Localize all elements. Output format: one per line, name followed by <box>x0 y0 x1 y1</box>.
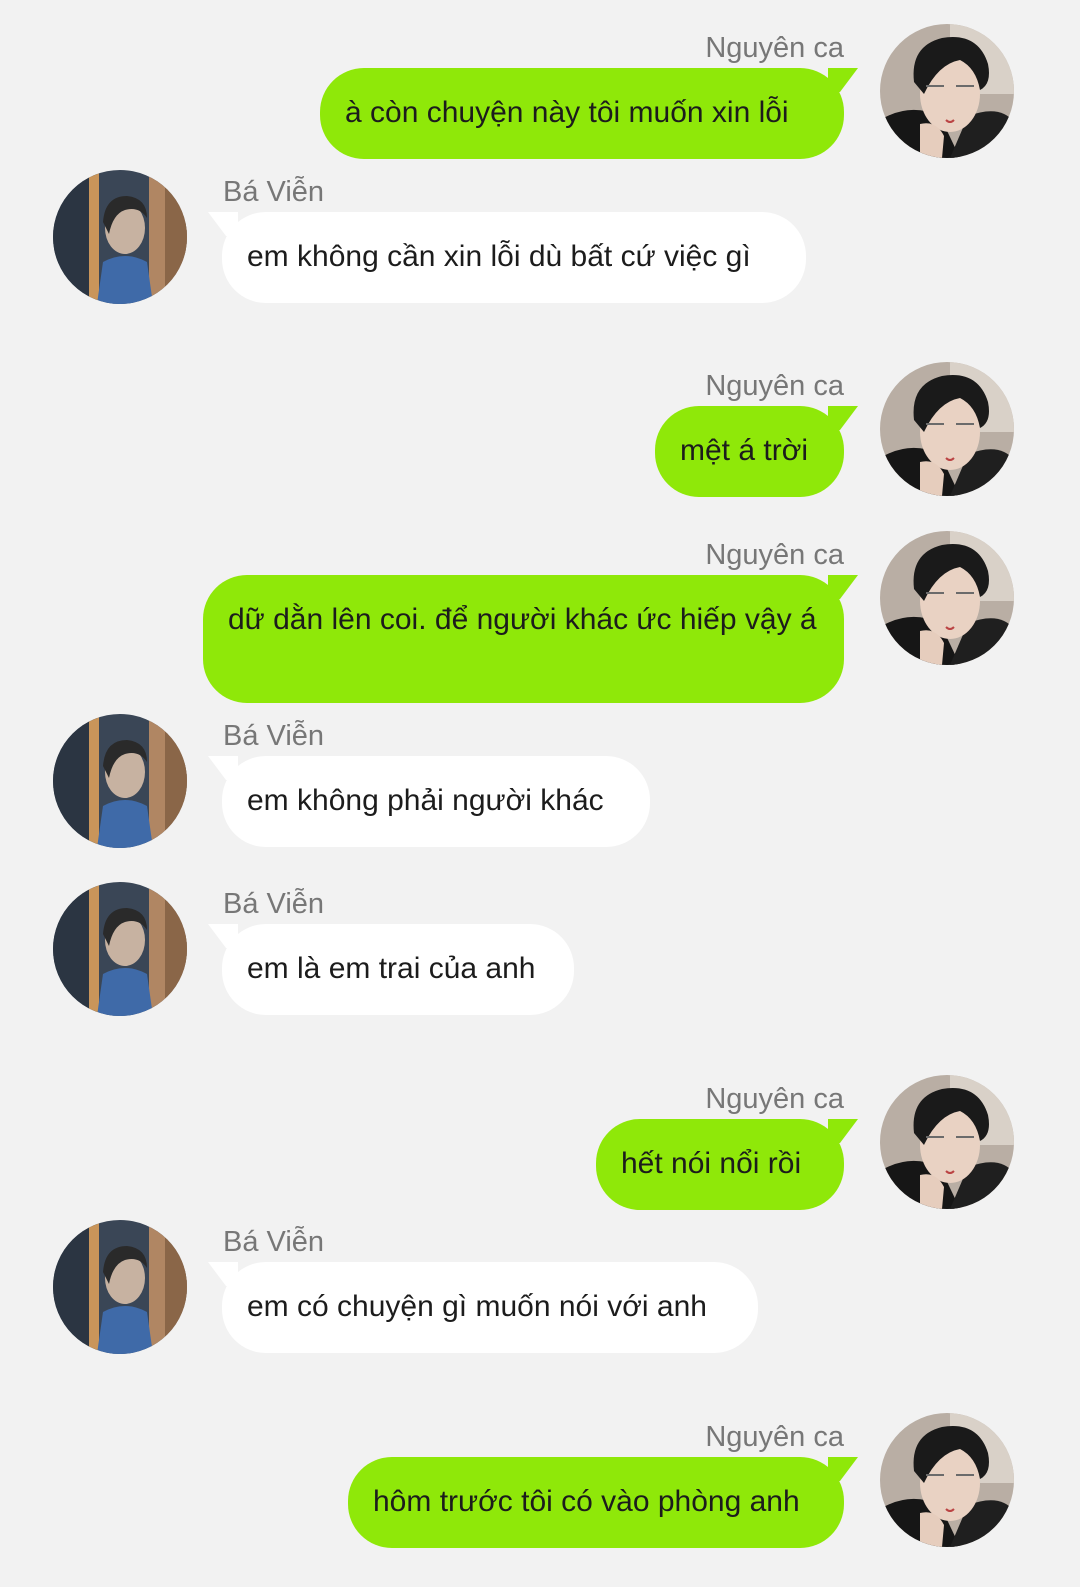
sender-name: Nguyên ca <box>705 539 844 571</box>
sender-name: Nguyên ca <box>705 1083 844 1115</box>
avatar-dark-hair-man-icon[interactable] <box>880 1075 1014 1209</box>
sender-name: Nguyên ca <box>705 32 844 64</box>
message-text: mệt á trời <box>680 434 809 467</box>
message-bubble[interactable]: em không cần xin lỗi dù bất cứ việc gì <box>222 212 806 303</box>
avatar-dark-hair-man-icon[interactable] <box>880 531 1014 665</box>
message-bubble[interactable]: hôm trước tôi có vào phòng anh <box>348 1457 844 1548</box>
message-text: em có chuyện gì muốn nói với anh <box>247 1290 707 1323</box>
avatar-window-profile-icon[interactable] <box>53 882 187 1016</box>
avatar-dark-hair-man-icon[interactable] <box>880 1413 1014 1547</box>
avatar-window-profile-icon[interactable] <box>53 170 187 304</box>
message-text: em không phải người khác <box>247 784 604 817</box>
avatar-window-profile-icon[interactable] <box>53 714 187 848</box>
sender-name: Nguyên ca <box>705 370 844 402</box>
message-text: em là em trai của anh <box>247 952 536 985</box>
message-bubble[interactable]: em là em trai của anh <box>222 924 574 1015</box>
message-text: à còn chuyện này tôi muốn xin lỗi <box>345 96 789 129</box>
avatar-window-profile-icon[interactable] <box>53 1220 187 1354</box>
message-text: hết nói nổi rồi <box>621 1147 802 1180</box>
avatar-dark-hair-man-icon[interactable] <box>880 362 1014 496</box>
message-bubble[interactable]: dữ dằn lên coi. để người khác ức hiếp vậ… <box>203 575 844 703</box>
sender-name: Nguyên ca <box>705 1421 844 1453</box>
avatar-dark-hair-man-icon[interactable] <box>880 24 1014 158</box>
message-text: hôm trước tôi có vào phòng anh <box>373 1485 800 1518</box>
message-text: dữ dằn lên coi. để người khác ức hiếp vậ… <box>228 603 817 636</box>
message-text: em không cần xin lỗi dù bất cứ việc gì <box>247 240 751 273</box>
message-bubble[interactable]: à còn chuyện này tôi muốn xin lỗi <box>320 68 844 159</box>
message-bubble[interactable]: hết nói nổi rồi <box>596 1119 844 1210</box>
sender-name: Bá Viễn <box>223 1226 325 1258</box>
message-bubble[interactable]: em không phải người khác <box>222 756 650 847</box>
message-bubble[interactable]: mệt á trời <box>655 406 844 497</box>
sender-name: Bá Viễn <box>223 176 325 208</box>
sender-name: Bá Viễn <box>223 720 325 752</box>
message-bubble[interactable]: em có chuyện gì muốn nói với anh <box>222 1262 758 1353</box>
sender-name: Bá Viễn <box>223 888 325 920</box>
